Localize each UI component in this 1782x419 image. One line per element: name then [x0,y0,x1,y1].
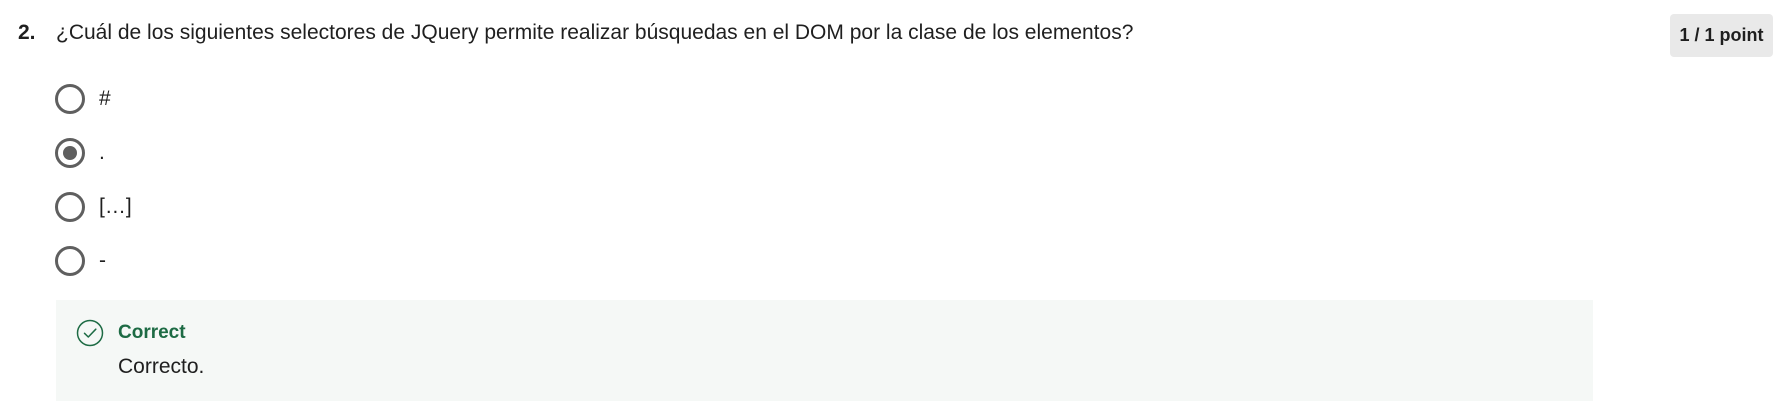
check-circle-icon [76,319,104,347]
answer-option-label: # [99,87,111,110]
radio-button-icon[interactable] [55,192,85,222]
answer-option-label: . [99,141,105,164]
question-number: 2. [18,21,36,44]
answer-option-dash[interactable]: - [55,246,106,276]
question-text: ¿Cuál de los siguientes selectores de JQ… [56,21,1134,44]
answer-option-dot[interactable]: . [55,138,105,168]
correct-feedback-panel: Correct Correcto. [56,300,1593,401]
answer-option-label: - [99,249,106,272]
radio-button-icon[interactable] [55,246,85,276]
answer-option-hash[interactable]: # [55,84,111,114]
answer-option-label: […] [99,195,132,218]
radio-button-icon[interactable] [55,84,85,114]
radio-button-selected-icon[interactable] [55,138,85,168]
answer-option-brackets[interactable]: […] [55,192,132,222]
feedback-text: Correcto. [118,355,205,378]
feedback-title: Correct [118,322,186,343]
points-badge: 1 / 1 point [1670,14,1773,57]
